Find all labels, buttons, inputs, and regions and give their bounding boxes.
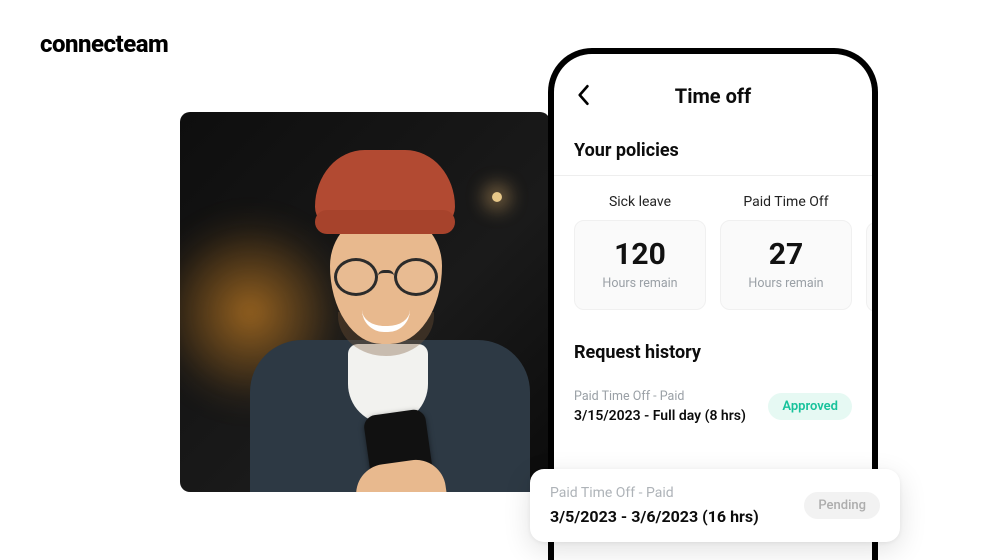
- app-header: Time off: [554, 74, 872, 118]
- popout-desc: 3/5/2023 - 3/6/2023 (16 hrs): [550, 507, 759, 526]
- policy-card-sick-leave[interactable]: Sick leave 120 Hours remain: [574, 194, 706, 312]
- page-title: Time off: [675, 84, 751, 108]
- history-item-popout[interactable]: Paid Time Off - Paid 3/5/2023 - 3/6/2023…: [530, 469, 900, 542]
- promo-image: [180, 112, 550, 492]
- history-item-desc: 3/15/2023 - Full day (8 hrs): [574, 408, 746, 424]
- policy-name: Paid Time Off: [743, 194, 828, 210]
- policy-card-peek[interactable]: [866, 222, 878, 312]
- policy-caption: Hours remain: [602, 276, 677, 291]
- policy-name: Sick leave: [609, 194, 671, 210]
- policy-value: 27: [769, 240, 803, 270]
- policy-value: 120: [614, 240, 666, 270]
- chevron-left-icon: [576, 84, 590, 106]
- popout-type: Paid Time Off - Paid: [550, 485, 759, 501]
- history-item-type: Paid Time Off - Paid: [574, 389, 746, 404]
- back-button[interactable]: [572, 84, 594, 106]
- policies-section-title: Your policies: [554, 118, 872, 175]
- policies-row[interactable]: Sick leave 120 Hours remain Paid Time Of…: [554, 176, 872, 320]
- status-badge-approved: Approved: [768, 393, 852, 420]
- history-item[interactable]: Paid Time Off - Paid 3/15/2023 - Full da…: [574, 377, 852, 438]
- status-badge-pending: Pending: [804, 492, 880, 519]
- policy-card-pto[interactable]: Paid Time Off 27 Hours remain: [720, 194, 852, 312]
- policy-caption: Hours remain: [748, 276, 823, 291]
- brand-logo: connecteam: [40, 30, 168, 58]
- history-section-title: Request history: [554, 320, 872, 377]
